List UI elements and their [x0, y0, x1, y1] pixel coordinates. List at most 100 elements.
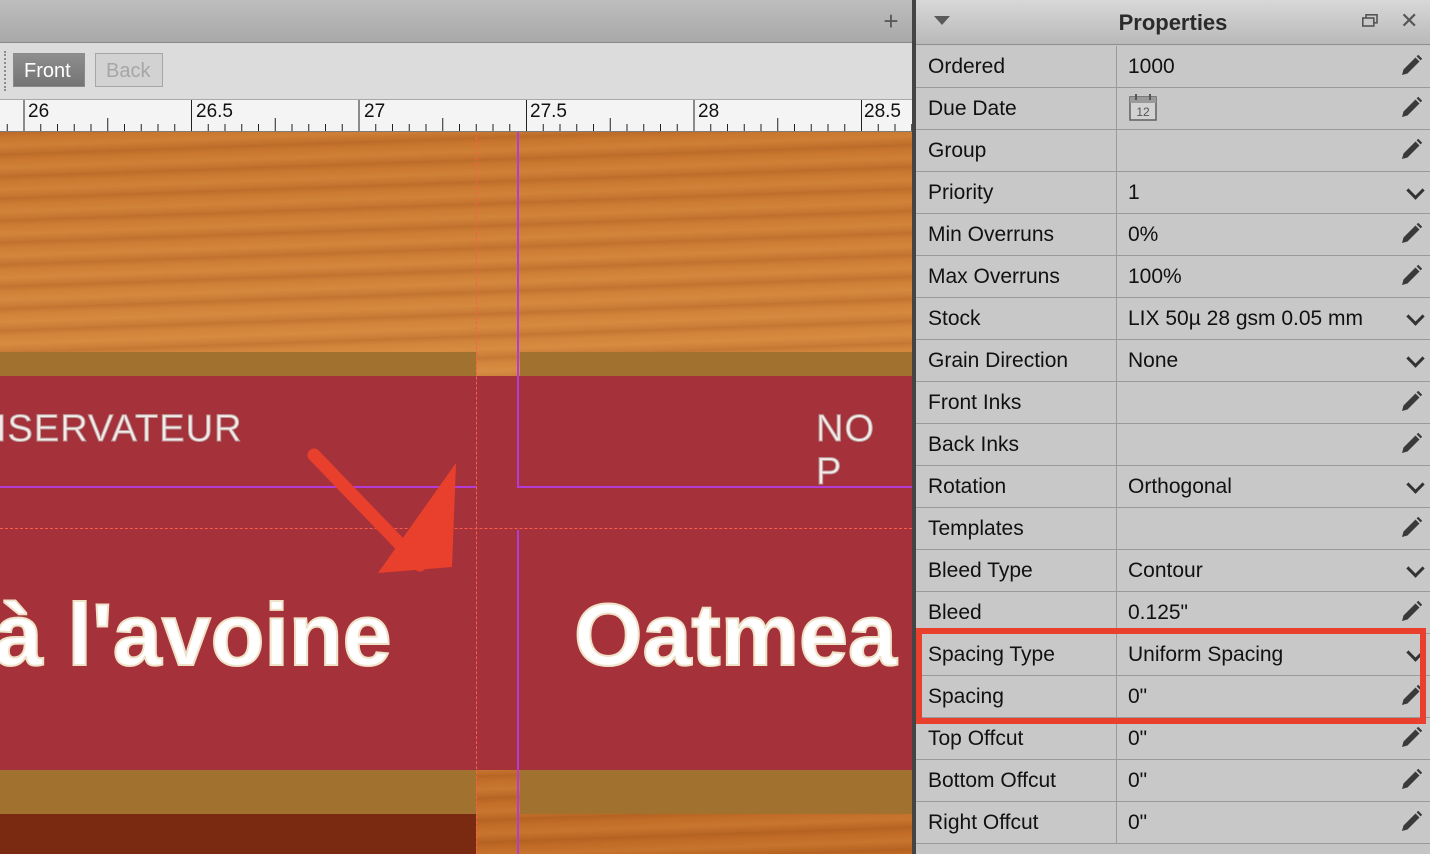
property-row[interactable]: Stock LIX 50µ 28 gsm 0.05 mm: [916, 298, 1430, 340]
column-divider: [1116, 760, 1117, 801]
pencil-icon[interactable]: [1399, 684, 1423, 708]
property-row[interactable]: Bleed 0.125": [916, 592, 1430, 634]
property-value[interactable]: 0": [1128, 718, 1398, 759]
ruler-label: 26.5: [196, 101, 233, 122]
property-row[interactable]: Priority 1: [916, 172, 1430, 214]
column-divider: [1116, 676, 1117, 717]
pencil-icon[interactable]: [1399, 516, 1423, 540]
pencil-icon[interactable]: [1399, 432, 1423, 456]
right-small-text: NO P: [816, 408, 875, 494]
annotation-arrow-icon: [307, 448, 456, 573]
right-title-text: Oatmea: [573, 584, 898, 685]
property-value[interactable]: 1: [1128, 172, 1398, 213]
ruler-label: 26: [28, 101, 50, 122]
front-side-button[interactable]: Front: [13, 53, 85, 87]
column-divider: [1116, 802, 1117, 843]
pencil-icon[interactable]: [1399, 264, 1423, 288]
column-divider: [1116, 634, 1117, 675]
ruler-ticks: [6, 100, 912, 131]
property-value[interactable]: 100%: [1128, 256, 1398, 297]
property-value[interactable]: 0%: [1128, 214, 1398, 255]
property-row[interactable]: Front Inks: [916, 382, 1430, 424]
pencil-icon[interactable]: [1399, 810, 1423, 834]
add-tab-button[interactable]: +: [880, 6, 902, 36]
property-value[interactable]: LIX 50µ 28 gsm 0.05 mm: [1128, 298, 1398, 339]
column-divider: [1116, 340, 1117, 381]
pencil-icon[interactable]: [1399, 600, 1423, 624]
property-row[interactable]: Top Offcut 0": [916, 718, 1430, 760]
chevron-down-icon[interactable]: [1406, 559, 1425, 578]
property-row[interactable]: Group: [916, 130, 1430, 172]
ruler-label: 28.5: [864, 101, 901, 122]
close-icon[interactable]: ✕: [1400, 10, 1418, 32]
horizontal-ruler[interactable]: 26 26.5 27 27.5 28 28.5: [0, 100, 912, 132]
property-label: Right Offcut: [928, 811, 1039, 834]
property-value[interactable]: 12: [1128, 88, 1398, 129]
pencil-icon[interactable]: [1399, 726, 1423, 750]
property-label: Due Date: [928, 97, 1017, 120]
chevron-down-icon[interactable]: [1406, 643, 1425, 662]
property-row[interactable]: Rotation Orthogonal: [916, 466, 1430, 508]
back-side-button[interactable]: Back: [95, 53, 163, 87]
pencil-icon[interactable]: [1399, 138, 1423, 162]
property-value[interactable]: Orthogonal: [1128, 466, 1398, 507]
property-value[interactable]: Uniform Spacing: [1128, 634, 1398, 675]
properties-grid: Ordered 1000 Due Date 12 Group Priority 1 Min O…: [916, 46, 1430, 844]
column-divider: [1116, 172, 1117, 213]
property-row[interactable]: Bottom Offcut 0": [916, 760, 1430, 802]
column-divider: [1116, 466, 1117, 507]
property-label: Back Inks: [928, 433, 1020, 456]
tab-bar: +: [0, 0, 912, 43]
pencil-icon[interactable]: [1399, 54, 1423, 78]
property-label: Grain Direction: [928, 349, 1069, 372]
left-small-text: ISERVATEUR: [0, 408, 243, 451]
chevron-down-icon[interactable]: [1406, 349, 1425, 368]
property-value[interactable]: [1128, 382, 1398, 423]
property-row[interactable]: Back Inks: [916, 424, 1430, 466]
panel-title: Properties: [1118, 10, 1228, 35]
property-row[interactable]: Max Overruns 100%: [916, 256, 1430, 298]
pencil-icon[interactable]: [1399, 768, 1423, 792]
chevron-down-icon[interactable]: [1406, 475, 1425, 494]
property-value[interactable]: 0": [1128, 802, 1398, 843]
float-panel-icon[interactable]: [1362, 14, 1378, 27]
property-row[interactable]: Min Overruns 0%: [916, 214, 1430, 256]
property-row[interactable]: Spacing Type Uniform Spacing: [916, 634, 1430, 676]
property-row[interactable]: Right Offcut 0": [916, 802, 1430, 844]
property-label: Spacing: [928, 685, 1004, 708]
property-value[interactable]: 0": [1128, 760, 1398, 801]
property-row[interactable]: Spacing 0": [916, 676, 1430, 718]
property-row[interactable]: Grain Direction None: [916, 340, 1430, 382]
toolbar-grip-icon[interactable]: [4, 51, 8, 91]
chevron-down-icon[interactable]: [1406, 307, 1425, 326]
property-label: Ordered: [928, 55, 1006, 78]
property-label: Bleed Type: [928, 559, 1033, 582]
property-row[interactable]: Due Date 12: [916, 88, 1430, 130]
column-divider: [1116, 256, 1117, 297]
property-row[interactable]: Ordered 1000: [916, 46, 1430, 88]
property-value[interactable]: None: [1128, 340, 1398, 381]
property-value[interactable]: 0": [1128, 676, 1398, 717]
property-value[interactable]: 0.125": [1128, 592, 1398, 633]
bleed-line: [476, 132, 477, 854]
property-value[interactable]: Contour: [1128, 550, 1398, 591]
column-divider: [1116, 88, 1117, 129]
property-value[interactable]: [1128, 130, 1398, 171]
layout-canvas-pane: + Front Back 26 26.5 27 27.5 28 28.5 ISE…: [0, 0, 912, 854]
property-value[interactable]: [1128, 424, 1398, 465]
pencil-icon[interactable]: [1399, 96, 1423, 120]
property-value[interactable]: 1000: [1128, 46, 1398, 87]
property-row[interactable]: Templates: [916, 508, 1430, 550]
pencil-icon[interactable]: [1399, 390, 1423, 414]
property-value[interactable]: [1128, 508, 1398, 549]
column-divider: [1116, 214, 1117, 255]
column-divider: [1116, 130, 1117, 171]
chevron-down-icon[interactable]: [1406, 181, 1425, 200]
calendar-icon[interactable]: 12: [1128, 92, 1158, 122]
ruler-label: 28: [698, 101, 720, 122]
property-label: Bottom Offcut: [928, 769, 1056, 792]
pencil-icon[interactable]: [1399, 222, 1423, 246]
property-row[interactable]: Bleed Type Contour: [916, 550, 1430, 592]
label-artwork[interactable]: ISERVATEUR NO P à l'avoine Oatmea: [0, 132, 912, 854]
property-label: Max Overruns: [928, 265, 1060, 288]
